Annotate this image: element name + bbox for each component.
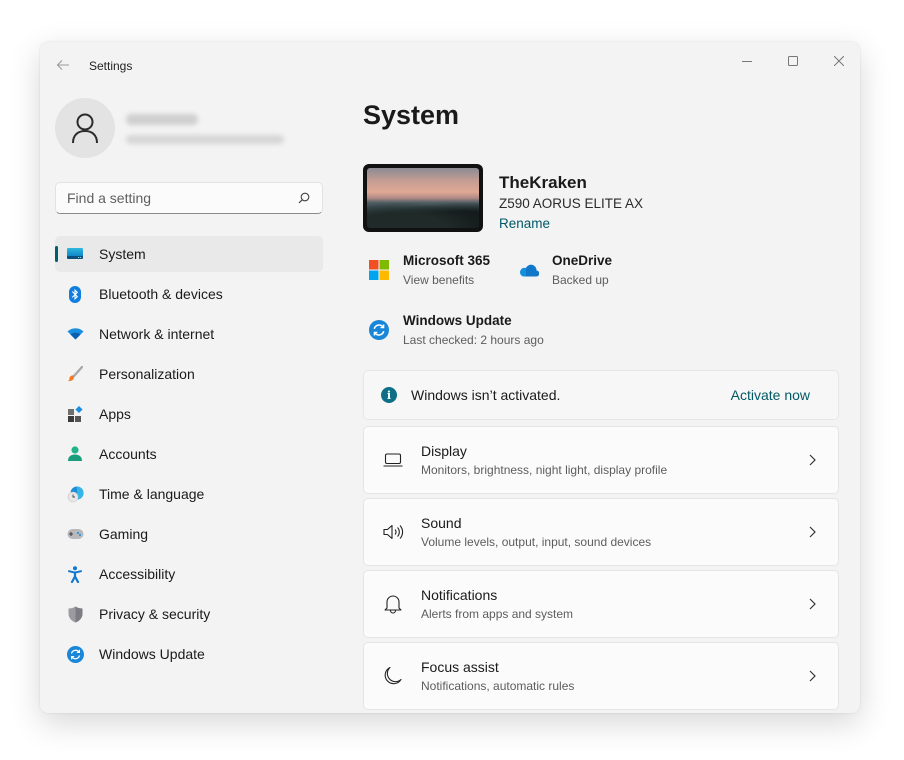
bell-icon — [382, 593, 404, 615]
wallpaper-image — [367, 168, 479, 228]
sidebar-item-time-language[interactable]: Time & language — [55, 476, 323, 512]
device-model: Z590 AORUS ELITE AX — [499, 196, 644, 211]
card-subtitle: Monitors, brightness, night light, displ… — [421, 463, 668, 477]
speaker-icon — [382, 521, 404, 543]
title-bar: Settings — [40, 42, 860, 82]
settings-window: Settings System — [40, 42, 860, 713]
quick-link-title: Microsoft 365 — [403, 253, 491, 268]
rename-link[interactable]: Rename — [499, 216, 550, 231]
settings-card-focus-assist[interactable]: Focus assist Notifications, automatic ru… — [363, 642, 839, 710]
shield-icon — [66, 605, 84, 623]
chevron-right-icon — [804, 524, 820, 540]
device-name: TheKraken — [499, 173, 587, 192]
person-outline-icon — [72, 113, 98, 144]
quick-link-subtitle: Last checked: 2 hours ago — [403, 333, 544, 347]
gamepad-icon — [66, 525, 84, 543]
back-arrow-icon — [56, 60, 69, 70]
system-display-icon — [66, 245, 84, 263]
chevron-right-icon — [804, 668, 820, 684]
sidebar-item-label: Accessibility — [99, 566, 176, 582]
sidebar-item-label: Network & internet — [99, 326, 215, 342]
bluetooth-icon — [66, 285, 84, 303]
chevron-right-icon — [804, 596, 820, 612]
sidebar-item-label: System — [99, 246, 146, 262]
card-subtitle: Alerts from apps and system — [421, 607, 574, 621]
device-wallpaper-thumbnail[interactable] — [363, 164, 483, 232]
sidebar-item-accessibility[interactable]: Accessibility — [55, 556, 323, 592]
card-subtitle: Volume levels, output, input, sound devi… — [421, 535, 652, 549]
card-title: Notifications — [421, 587, 498, 603]
sidebar-item-label: Privacy & security — [99, 606, 211, 622]
close-icon — [834, 56, 844, 66]
card-title: Focus assist — [421, 659, 499, 675]
sidebar-item-personalization[interactable]: Personalization — [55, 356, 323, 392]
onedrive-link[interactable]: OneDrive Backed up — [516, 252, 612, 287]
sidebar-item-gaming[interactable]: Gaming — [55, 516, 323, 552]
app-title: Settings — [89, 59, 133, 73]
maximize-button[interactable] — [770, 46, 816, 76]
user-email-blurred — [126, 135, 284, 144]
onedrive-cloud-icon — [516, 258, 540, 282]
apps-icon — [66, 405, 84, 423]
update-icon — [66, 645, 84, 663]
minimize-icon — [742, 61, 752, 62]
card-title: Display — [421, 443, 467, 459]
activation-message: Windows isn’t activated. — [411, 387, 561, 403]
activate-now-link[interactable]: Activate now — [731, 387, 810, 403]
globe-clock-icon — [66, 485, 84, 503]
activation-banner: i Windows isn’t activated. Activate now — [363, 370, 839, 420]
sidebar-item-system[interactable]: System — [55, 236, 323, 272]
sidebar-item-label: Windows Update — [99, 646, 205, 662]
sidebar-item-label: Bluetooth & devices — [99, 286, 223, 302]
quick-link-subtitle: Backed up — [552, 273, 609, 287]
settings-card-display[interactable]: Display Monitors, brightness, night ligh… — [363, 426, 839, 494]
sidebar-nav: System Bluetooth & devices Network & int… — [55, 236, 323, 676]
maximize-icon — [788, 56, 798, 66]
chevron-right-icon — [804, 452, 820, 468]
sidebar-item-label: Apps — [99, 406, 131, 422]
sidebar-item-label: Gaming — [99, 526, 149, 542]
quick-link-subtitle: View benefits — [403, 273, 475, 287]
search-input[interactable] — [56, 190, 290, 206]
windows-update-link[interactable]: Windows Update Last checked: 2 hours ago — [367, 312, 544, 347]
sidebar-item-label: Personalization — [99, 366, 195, 382]
sidebar-item-network[interactable]: Network & internet — [55, 316, 323, 352]
sidebar-item-windows-update[interactable]: Windows Update — [55, 636, 323, 672]
sidebar-item-label: Time & language — [99, 486, 205, 502]
minimize-button[interactable] — [724, 46, 770, 76]
accessibility-icon — [66, 565, 84, 583]
settings-card-notifications[interactable]: Notifications Alerts from apps and syste… — [363, 570, 839, 638]
sidebar-item-label: Accounts — [99, 446, 157, 462]
quick-link-title: Windows Update — [403, 313, 512, 328]
sidebar-item-accounts[interactable]: Accounts — [55, 436, 323, 472]
microsoft-logo-icon — [367, 258, 391, 282]
card-subtitle: Notifications, automatic rules — [421, 679, 575, 693]
wifi-icon — [66, 325, 84, 343]
sidebar-item-bluetooth[interactable]: Bluetooth & devices — [55, 276, 323, 312]
close-button[interactable] — [816, 46, 860, 76]
settings-card-sound[interactable]: Sound Volume levels, output, input, soun… — [363, 498, 839, 566]
moon-icon — [382, 665, 404, 687]
avatar[interactable] — [55, 98, 115, 158]
sidebar-item-apps[interactable]: Apps — [55, 396, 323, 432]
search-box[interactable] — [55, 182, 323, 214]
user-name-blurred — [126, 114, 198, 125]
sidebar-item-privacy-security[interactable]: Privacy & security — [55, 596, 323, 632]
person-icon — [66, 445, 84, 463]
card-title: Sound — [421, 515, 462, 531]
quick-link-title: OneDrive — [552, 253, 613, 268]
microsoft-365-link[interactable]: Microsoft 365 View benefits — [367, 252, 490, 287]
page-title: System — [363, 100, 460, 130]
back-button[interactable] — [52, 54, 74, 76]
paintbrush-icon — [66, 365, 84, 383]
update-icon — [367, 318, 391, 342]
info-icon: i — [381, 387, 397, 403]
laptop-icon — [382, 449, 404, 471]
search-icon[interactable] — [290, 184, 318, 212]
